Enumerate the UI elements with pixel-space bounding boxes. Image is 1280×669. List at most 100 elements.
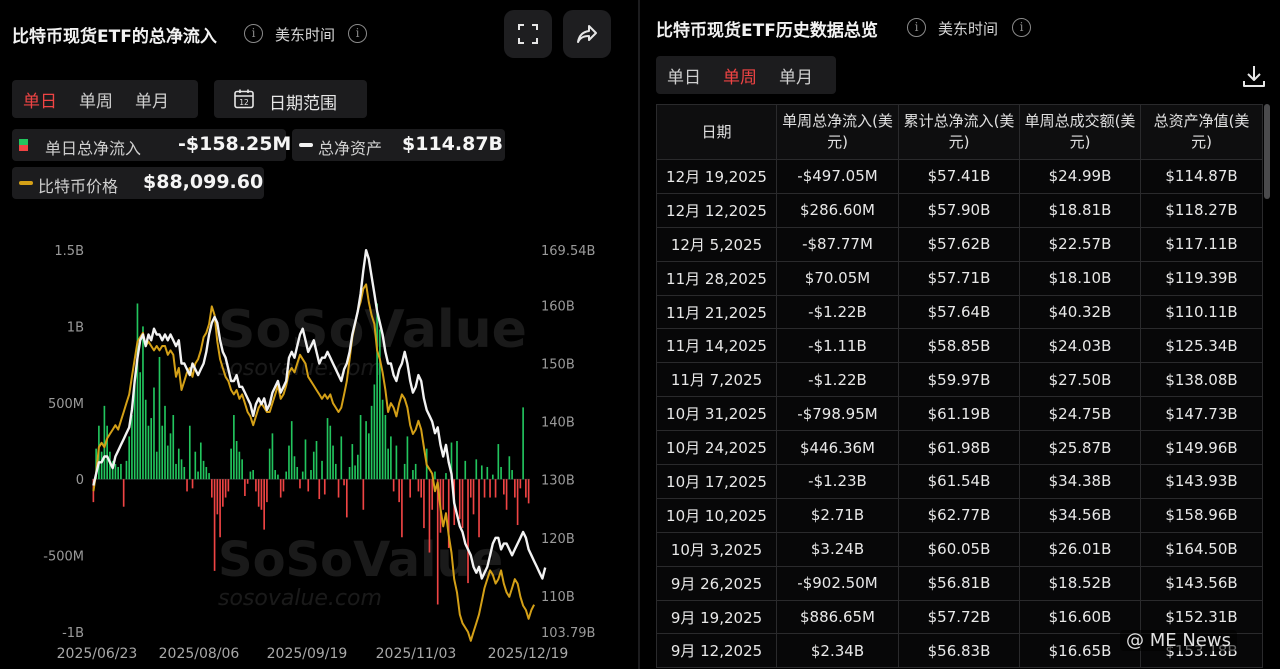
left-axis-tick: -500M: [43, 550, 84, 565]
history-table: 日期 单周总净流入(美元) 累计总净流入(美元) 单周总成交额(美元) 总资产净…: [656, 104, 1263, 669]
price-swatch-icon: [19, 181, 33, 185]
expand-icon: [518, 24, 538, 44]
flow-bar: [340, 436, 343, 480]
flow-bar: [139, 372, 142, 480]
legend-net-assets[interactable]: 总净资产 $114.87B: [292, 129, 505, 161]
col-net-asset-value[interactable]: 总资产净值(美元): [1140, 104, 1263, 160]
col-date[interactable]: 日期: [656, 104, 777, 160]
table-row[interactable]: 10月 24,2025 $446.36M $61.98B $25.87B $149.96…: [656, 430, 1263, 466]
table-row[interactable]: 11月 21,2025 -$1.22B $57.64B $40.32B $110.11B: [656, 294, 1263, 330]
row-cumulative-flow: $57.72B: [898, 599, 1020, 635]
history-tab-daily[interactable]: 单日: [656, 63, 712, 88]
flow-bar: [299, 479, 301, 489]
flow-bar: [403, 463, 406, 480]
col-weekly-flow[interactable]: 单周总净流入(美元): [776, 104, 899, 160]
row-date: 11月 14,2025: [656, 328, 777, 364]
flow-bar: [205, 466, 208, 480]
row-weekly-volume: $24.03B: [1019, 328, 1141, 364]
flow-bar: [257, 479, 260, 507]
tab-weekly[interactable]: 单周: [68, 87, 124, 112]
flow-bar: [164, 405, 166, 480]
flow-bar: [456, 441, 458, 480]
table-row[interactable]: 10月 17,2025 -$1.23B $61.54B $34.38B $143.93B: [656, 464, 1263, 499]
flow-bar: [125, 460, 128, 480]
flow-bar: [183, 466, 186, 480]
flow-bar: [436, 479, 439, 605]
table-row[interactable]: 11月 28,2025 $70.05M $57.71B $18.10B $119.39B: [656, 260, 1263, 296]
flow-bar: [362, 479, 365, 510]
left-axis-tick: 1.5B: [54, 244, 84, 259]
download-button[interactable]: [1240, 62, 1268, 90]
flow-bar: [379, 329, 381, 480]
row-net-asset-value: $152.31B: [1140, 599, 1263, 635]
row-net-asset-value: $143.56B: [1140, 565, 1263, 601]
table-row[interactable]: 10月 10,2025 $2.71B $62.77B $34.56B $158.96B: [656, 497, 1263, 533]
table-row[interactable]: 10月 31,2025 -$798.95M $61.19B $24.75B $147.7…: [656, 396, 1263, 432]
flow-bar: [255, 479, 257, 492]
flow-bar: [161, 425, 164, 480]
flow-bar: [310, 470, 312, 480]
svg-text:12: 12: [239, 98, 249, 107]
row-date: 11月 28,2025: [656, 260, 777, 296]
flow-bar: [211, 479, 213, 498]
flow-bar: [365, 421, 367, 480]
row-date: 10月 17,2025: [656, 464, 777, 499]
x-axis-tick: 2025/12/19: [488, 646, 569, 662]
row-cumulative-flow: $60.05B: [898, 531, 1020, 567]
flow-bar: [202, 460, 205, 480]
x-axis-tick: 2025/08/06: [159, 646, 240, 662]
row-net-asset-value: $158.96B: [1140, 497, 1263, 533]
row-net-asset-value: $119.39B: [1140, 260, 1263, 296]
flow-bar: [224, 479, 227, 498]
x-axis-tick: 2025/09/19: [267, 646, 348, 662]
flow-bar: [343, 479, 345, 486]
flow-bar: [266, 479, 268, 503]
row-net-asset-value: $117.11B: [1140, 226, 1263, 262]
legend-btc-price[interactable]: 比特币价格 $88,099.60: [12, 167, 264, 199]
table-row[interactable]: 9月 19,2025 $886.65M $57.72B $16.60B $152.31B: [656, 599, 1263, 635]
flow-bar: [525, 479, 527, 498]
table-header-row: 日期 单周总净流入(美元) 累计总净流入(美元) 单周总成交额(美元) 总资产净…: [656, 104, 1263, 160]
left-axis-tick: 0: [76, 473, 84, 488]
share-button[interactable]: [563, 10, 611, 58]
flow-bar: [442, 479, 445, 510]
row-weekly-volume: $18.10B: [1019, 260, 1141, 296]
row-cumulative-flow: $59.97B: [898, 362, 1020, 398]
table-row[interactable]: 11月 7,2025 -$1.22B $59.97B $27.50B $138.08B: [656, 362, 1263, 398]
net-assets-line: [92, 249, 547, 580]
table-row[interactable]: 12月 5,2025 -$87.77M $57.62B $22.57B $117.11B: [656, 226, 1263, 262]
history-tab-monthly[interactable]: 单月: [768, 63, 824, 88]
table-row[interactable]: 11月 14,2025 -$1.11B $58.85B $24.03B $125.34B: [656, 328, 1263, 364]
history-tab-weekly[interactable]: 单周: [712, 63, 768, 88]
etf-flow-chart[interactable]: 1.5B 1B 500M 0 -500M -1B 169.54B 160B 150B 140B 13…: [0, 230, 638, 669]
date-range-button[interactable]: 12 日期范围: [214, 80, 367, 118]
flow-bar: [177, 448, 180, 480]
info-icon[interactable]: i: [244, 24, 263, 43]
row-weekly-volume: $34.56B: [1019, 497, 1141, 533]
flow-bar: [478, 479, 480, 538]
table-row[interactable]: 9月 26,2025 -$902.50M $56.81B $18.52B $143.56…: [656, 565, 1263, 601]
timezone-info-icon[interactable]: i: [348, 24, 367, 43]
flow-bar: [414, 463, 417, 480]
flow-bar: [222, 479, 224, 507]
table-row[interactable]: 12月 12,2025 $286.60M $57.90B $18.81B $118.27…: [656, 192, 1263, 228]
legend-net-flow[interactable]: 单日总净流入 -$158.25M: [12, 129, 291, 161]
tab-daily[interactable]: 单日: [12, 87, 68, 112]
col-cumulative-flow[interactable]: 累计总净流入(美元): [898, 104, 1020, 160]
history-info-icon[interactable]: i: [907, 18, 926, 37]
row-cumulative-flow: $57.62B: [898, 226, 1020, 262]
history-timezone-info-icon[interactable]: i: [1012, 18, 1031, 37]
col-weekly-volume[interactable]: 单周总成交额(美元): [1019, 104, 1141, 160]
row-date: 9月 26,2025: [656, 565, 777, 601]
table-row[interactable]: 12月 19,2025 -$497.05M $57.41B $24.99B $114.8…: [656, 159, 1263, 194]
fullscreen-button[interactable]: [504, 10, 552, 58]
tab-monthly[interactable]: 单月: [124, 87, 180, 112]
legend-price-label: 比特币价格: [38, 177, 119, 196]
flow-bar: [191, 479, 194, 489]
flow-bar: [282, 479, 285, 492]
table-scrollbar[interactable]: [1264, 104, 1270, 199]
row-net-asset-value: $125.34B: [1140, 328, 1263, 364]
left-axis-tick: 500M: [48, 397, 84, 412]
table-row[interactable]: 10月 3,2025 $3.24B $60.05B $26.01B $164.50B: [656, 531, 1263, 567]
flow-bar: [147, 425, 150, 480]
